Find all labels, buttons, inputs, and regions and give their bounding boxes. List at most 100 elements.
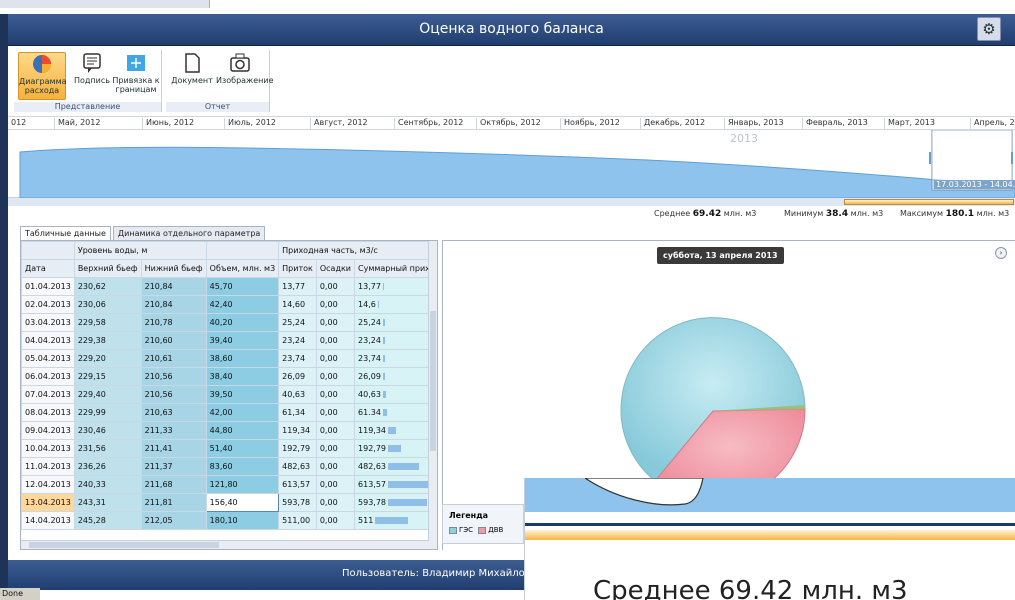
cell-lower[interactable]: 210,84 <box>140 295 207 314</box>
col-precip[interactable]: Осадки <box>315 259 356 278</box>
cell-lower[interactable]: 210,63 <box>140 403 207 422</box>
cell-total[interactable]: 23,74 <box>354 349 437 368</box>
vscroll-thumb[interactable] <box>430 311 436 451</box>
col-upper[interactable]: Верхний бьеф <box>73 259 142 278</box>
cell-lower[interactable]: 210,56 <box>140 385 207 404</box>
cell-upper[interactable]: 229,20 <box>73 349 142 368</box>
cell-precip[interactable]: 0,00 <box>315 295 356 314</box>
table-row[interactable]: 03.04.2013 229,58 210,78 40,20 25,24 0,00 25,2… <box>21 313 437 332</box>
table-row[interactable]: 04.04.2013 229,38 210,60 39,40 23,24 0,00 23,2… <box>21 331 437 350</box>
table-row[interactable]: 11.04.2013 236,26 211,37 83,60 482,63 0,00 482… <box>21 457 437 476</box>
cell-date[interactable]: 14.04.2013 <box>21 511 75 530</box>
cell-precip[interactable]: 0,00 <box>315 277 356 296</box>
cell-volume[interactable]: 40,20 <box>205 313 280 332</box>
cell-lower[interactable]: 210,56 <box>140 367 207 386</box>
cell-precip[interactable]: 0,00 <box>315 349 356 368</box>
cell-total[interactable]: 511 <box>354 511 437 530</box>
cell-date[interactable]: 07.04.2013 <box>21 385 75 404</box>
cell-precip[interactable]: 0,00 <box>315 385 356 404</box>
cell-date[interactable]: 11.04.2013 <box>21 457 75 476</box>
cell-lower[interactable]: 210,78 <box>140 313 207 332</box>
table-row[interactable]: 09.04.2013 230,46 211,33 44,80 119,34 0,00 119… <box>21 421 437 440</box>
cell-volume[interactable]: 180,10 <box>205 511 280 530</box>
cell-date[interactable]: 04.04.2013 <box>21 331 75 350</box>
hscroll-thumb[interactable] <box>29 542 219 548</box>
cell-date[interactable]: 06.04.2013 <box>21 367 75 386</box>
cell-volume[interactable]: 83,60 <box>205 457 280 476</box>
cell-precip[interactable]: 0,00 <box>315 367 356 386</box>
cell-inflow[interactable]: 482,63 <box>278 457 317 476</box>
cell-total[interactable]: 23,24 <box>354 331 437 350</box>
cell-volume[interactable]: 42,00 <box>205 403 280 422</box>
col-date[interactable]: Дата <box>21 259 75 278</box>
table-vertical-scrollbar[interactable] <box>428 241 437 549</box>
cell-lower[interactable]: 210,61 <box>140 349 207 368</box>
cell-volume[interactable]: 42,40 <box>205 295 280 314</box>
cell-date[interactable]: 10.04.2013 <box>21 439 75 458</box>
caption-button[interactable]: Подпись <box>68 52 116 100</box>
cell-upper[interactable]: 229,15 <box>73 367 142 386</box>
cell-lower[interactable]: 211,33 <box>140 421 207 440</box>
cell-lower[interactable]: 210,60 <box>140 331 207 350</box>
cell-upper[interactable]: 243,31 <box>73 493 142 512</box>
cell-upper[interactable]: 240,33 <box>73 475 142 494</box>
table-horizontal-scrollbar[interactable] <box>21 540 429 549</box>
cell-inflow[interactable]: 23,74 <box>278 349 317 368</box>
cell-inflow[interactable]: 192,79 <box>278 439 317 458</box>
cell-volume[interactable]: 38,40 <box>205 367 280 386</box>
cell-total[interactable]: 613,57 <box>354 475 437 494</box>
cell-volume[interactable]: 38,60 <box>205 349 280 368</box>
cell-upper[interactable]: 229,38 <box>73 331 142 350</box>
table-row[interactable]: 05.04.2013 229,20 210,61 38,60 23,74 0,00 23,7… <box>21 349 437 368</box>
cell-upper[interactable]: 236,26 <box>73 457 142 476</box>
cell-lower[interactable]: 211,37 <box>140 457 207 476</box>
diagram-button[interactable]: Диаграмма расхода <box>18 52 67 100</box>
table-row[interactable]: 13.04.2013 243,31 211,81 156,40 593,78 0,00 59… <box>21 493 437 512</box>
table-row[interactable]: 14.04.2013 245,28 212,05 180,10 511,00 0,00 51… <box>21 511 437 530</box>
volume-timeline-chart[interactable]: 2013 17.03.2013 - 14.04. <box>8 129 1015 199</box>
cell-total[interactable]: 40,63 <box>354 385 437 404</box>
cell-precip[interactable]: 0,00 <box>315 439 356 458</box>
window-tab[interactable] <box>0 0 210 8</box>
cell-lower[interactable]: 211,41 <box>140 439 207 458</box>
cell-date[interactable]: 12.04.2013 <box>21 475 75 494</box>
cell-date[interactable]: 01.04.2013 <box>21 277 75 296</box>
cell-total[interactable]: 482,63 <box>354 457 437 476</box>
cell-precip[interactable]: 0,00 <box>315 493 356 512</box>
timeline-scrollbar[interactable] <box>8 198 1015 206</box>
cell-upper[interactable]: 230,62 <box>73 277 142 296</box>
cell-date[interactable]: 08.04.2013 <box>21 403 75 422</box>
cell-upper[interactable]: 229,58 <box>73 313 142 332</box>
timeline-scroll-thumb[interactable] <box>844 199 1014 205</box>
cell-volume[interactable]: 156,40 <box>205 493 280 512</box>
cell-inflow[interactable]: 25,24 <box>278 313 317 332</box>
cell-precip[interactable]: 0,00 <box>315 475 356 494</box>
cell-inflow[interactable]: 61,34 <box>278 403 317 422</box>
cell-date[interactable]: 09.04.2013 <box>21 421 75 440</box>
table-row[interactable]: 02.04.2013 230,06 210,84 42,40 14,60 0,00 14,6 <box>21 295 437 314</box>
cell-date[interactable]: 13.04.2013 <box>21 493 75 512</box>
cell-date[interactable]: 05.04.2013 <box>21 349 75 368</box>
cell-precip[interactable]: 0,00 <box>315 331 356 350</box>
cell-volume[interactable]: 121,80 <box>205 475 280 494</box>
snap-button[interactable]: Привязка к границам <box>112 52 160 100</box>
cell-lower[interactable]: 212,05 <box>140 511 207 530</box>
cell-inflow[interactable]: 511,00 <box>278 511 317 530</box>
cell-precip[interactable]: 0,00 <box>315 421 356 440</box>
cell-precip[interactable]: 0,00 <box>315 457 356 476</box>
cell-date[interactable]: 03.04.2013 <box>21 313 75 332</box>
tab-table-data[interactable]: Табличные данные <box>20 226 111 240</box>
settings-gear-icon[interactable]: ⚙ <box>977 17 1001 41</box>
cell-inflow[interactable]: 40,63 <box>278 385 317 404</box>
cell-upper[interactable]: 230,06 <box>73 295 142 314</box>
col-inflow[interactable]: Приток <box>278 259 317 278</box>
col-lower[interactable]: Нижний бьеф <box>140 259 207 278</box>
table-row[interactable]: 01.04.2013 230,62 210,84 45,70 13,77 0,00 13,7… <box>21 277 437 296</box>
table-row[interactable]: 12.04.2013 240,33 211,68 121,80 613,57 0,00 61… <box>21 475 437 494</box>
cell-total[interactable]: 119,34 <box>354 421 437 440</box>
cell-inflow[interactable]: 613,57 <box>278 475 317 494</box>
document-button[interactable]: Документ <box>168 52 216 100</box>
cell-upper[interactable]: 245,28 <box>73 511 142 530</box>
cell-upper[interactable]: 230,46 <box>73 421 142 440</box>
cell-upper[interactable]: 231,56 <box>73 439 142 458</box>
